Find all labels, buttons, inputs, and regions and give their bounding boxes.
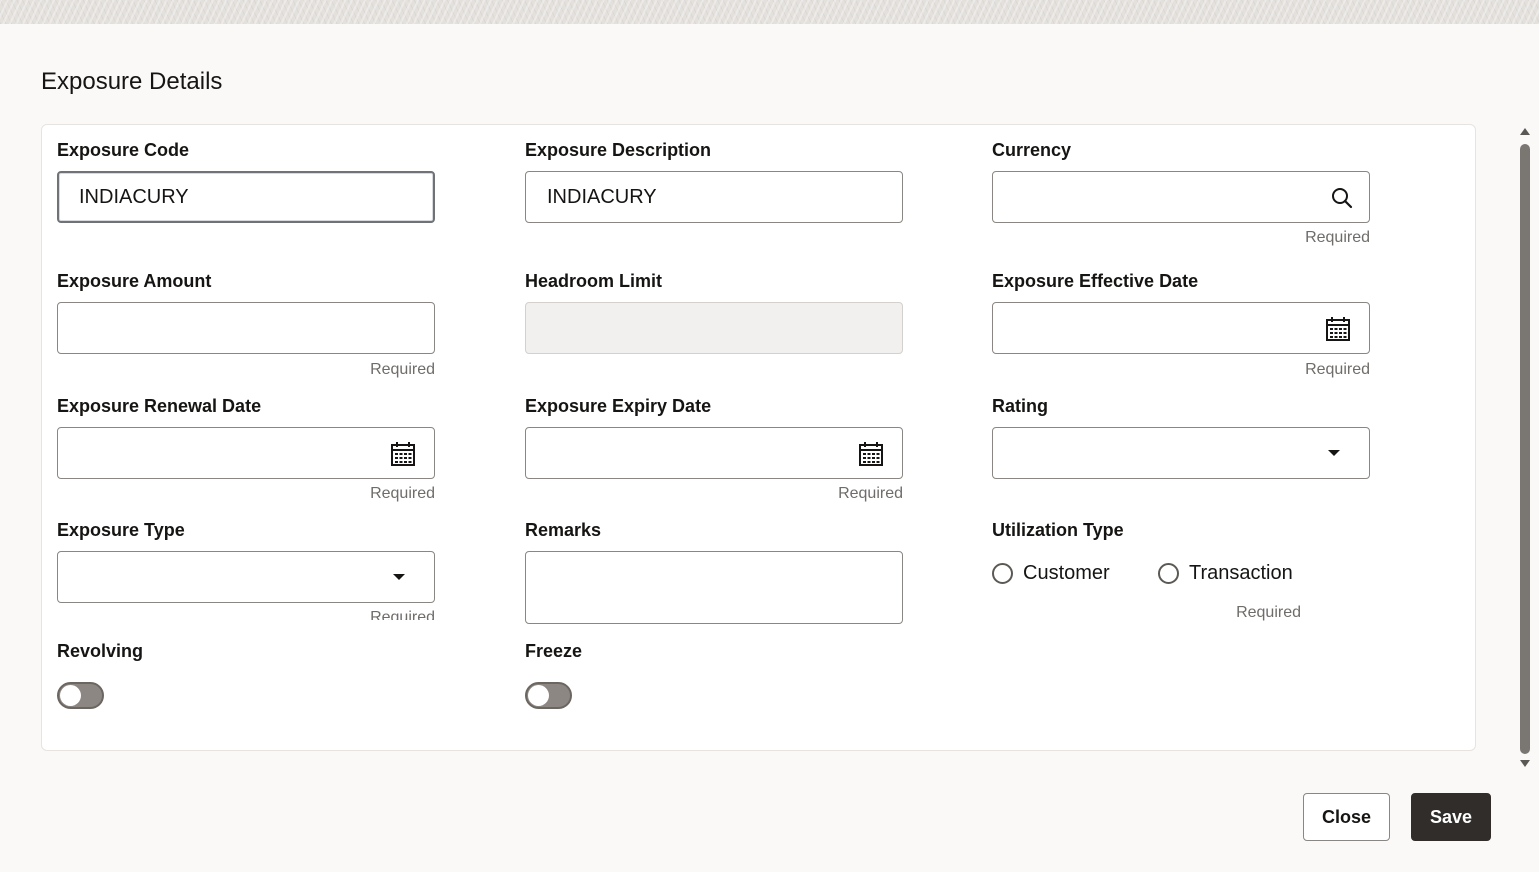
remarks-label: Remarks: [525, 520, 602, 540]
exposure-effective-date-required-hint: Required: [1305, 361, 1370, 378]
utilization-type-required-hint: Required: [1236, 604, 1301, 621]
utilization-type-transaction-label: Transaction: [1189, 562, 1293, 584]
exposure-renewal-date-required-hint: Required: [370, 485, 435, 502]
exposure-amount-required-hint: Required: [370, 361, 435, 378]
exposure-code-input[interactable]: INDIACURY: [57, 171, 435, 223]
chevron-down-icon: [393, 574, 405, 580]
calendar-icon[interactable]: [858, 441, 884, 467]
exposure-expiry-date-required-hint: Required: [838, 485, 903, 502]
revolving-label: Revolving: [57, 641, 144, 661]
search-icon[interactable]: [1330, 186, 1354, 210]
exposure-description-input[interactable]: INDIACURY: [525, 171, 903, 223]
toggle-knob: [528, 685, 549, 706]
exposure-expiry-date-label: Exposure Expiry Date: [525, 396, 712, 416]
calendar-icon[interactable]: [390, 441, 416, 467]
close-button[interactable]: Close: [1303, 793, 1390, 841]
chevron-down-icon: [1328, 450, 1340, 456]
exposure-code-value: INDIACURY: [79, 186, 189, 208]
utilization-type-label: Utilization Type: [992, 520, 1124, 540]
utilization-type-customer-radio[interactable]: Customer: [992, 562, 1110, 585]
calendar-icon[interactable]: [1325, 316, 1351, 342]
exposure-renewal-date-input[interactable]: [57, 427, 435, 479]
exposure-expiry-date-input[interactable]: [525, 427, 903, 479]
utilization-type-transaction-radio[interactable]: Transaction: [1158, 562, 1293, 585]
scrollbar-thumb[interactable]: [1520, 144, 1530, 754]
currency-required-hint: Required: [1305, 229, 1370, 246]
form-panel: Exposure Code INDIACURY Exposure Descrip…: [41, 124, 1476, 751]
rating-select[interactable]: [992, 427, 1370, 479]
exposure-type-required-hint: Required: [370, 609, 435, 620]
scroll-down-arrow-icon[interactable]: [1520, 760, 1530, 767]
exposure-effective-date-label: Exposure Effective Date: [992, 271, 1199, 291]
headroom-limit-label: Headroom Limit: [525, 271, 663, 291]
currency-label: Currency: [992, 140, 1072, 160]
utilization-type-customer-label: Customer: [1023, 562, 1110, 584]
exposure-amount-input[interactable]: [57, 302, 435, 354]
exposure-code-label: Exposure Code: [57, 140, 190, 160]
exposure-renewal-date-label: Exposure Renewal Date: [57, 396, 262, 416]
save-button[interactable]: Save: [1411, 793, 1491, 841]
exposure-amount-label: Exposure Amount: [57, 271, 212, 291]
exposure-type-label: Exposure Type: [57, 520, 185, 540]
exposure-type-hint-clip: Required: [57, 609, 435, 620]
exposure-effective-date-input[interactable]: [992, 302, 1370, 354]
rating-label: Rating: [992, 396, 1048, 416]
exposure-details-dialog: Exposure Details Exposure Code INDIACURY…: [0, 24, 1539, 872]
freeze-label: Freeze: [525, 641, 583, 661]
dialog-title: Exposure Details: [41, 68, 223, 95]
currency-input[interactable]: [992, 171, 1370, 223]
exposure-description-value: INDIACURY: [547, 186, 657, 208]
revolving-toggle[interactable]: [57, 682, 104, 709]
scroll-up-arrow-icon[interactable]: [1520, 128, 1530, 135]
radio-circle[interactable]: [992, 563, 1013, 584]
freeze-toggle[interactable]: [525, 682, 572, 709]
toggle-knob: [60, 685, 81, 706]
exposure-description-label: Exposure Description: [525, 140, 712, 160]
exposure-type-select[interactable]: [57, 551, 435, 603]
background-banner: [0, 0, 1539, 24]
radio-circle[interactable]: [1158, 563, 1179, 584]
remarks-textarea[interactable]: [525, 551, 903, 624]
headroom-limit-input: [525, 302, 903, 354]
